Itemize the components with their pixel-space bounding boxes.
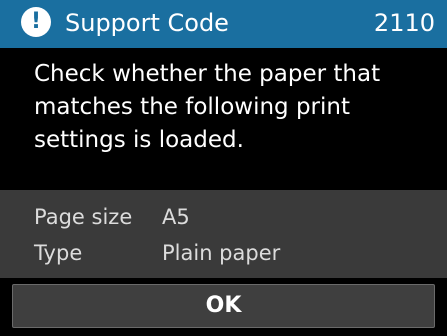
type-label: Type [34,241,83,265]
alert-icon: ! [21,7,51,37]
message-line-1: Check whether the paper that [34,61,381,87]
page-size-value: A5 [162,205,190,229]
message-line-2: matches the following print [34,94,350,120]
page-size-label: Page size [34,205,133,229]
type-value: Plain paper [162,241,281,265]
support-code-number: 2110 [373,9,435,37]
header-bar: ! Support Code 2110 [0,0,447,48]
ok-button[interactable]: OK [12,284,435,328]
support-code-screen: ! Support Code 2110 Check whether the pa… [0,0,447,336]
print-settings-panel: Page size A5 Type Plain paper [0,190,447,278]
message-text: Check whether the paper that matches the… [34,58,434,157]
header-title: Support Code [65,9,229,37]
message-line-3: settings is loaded. [34,127,244,153]
